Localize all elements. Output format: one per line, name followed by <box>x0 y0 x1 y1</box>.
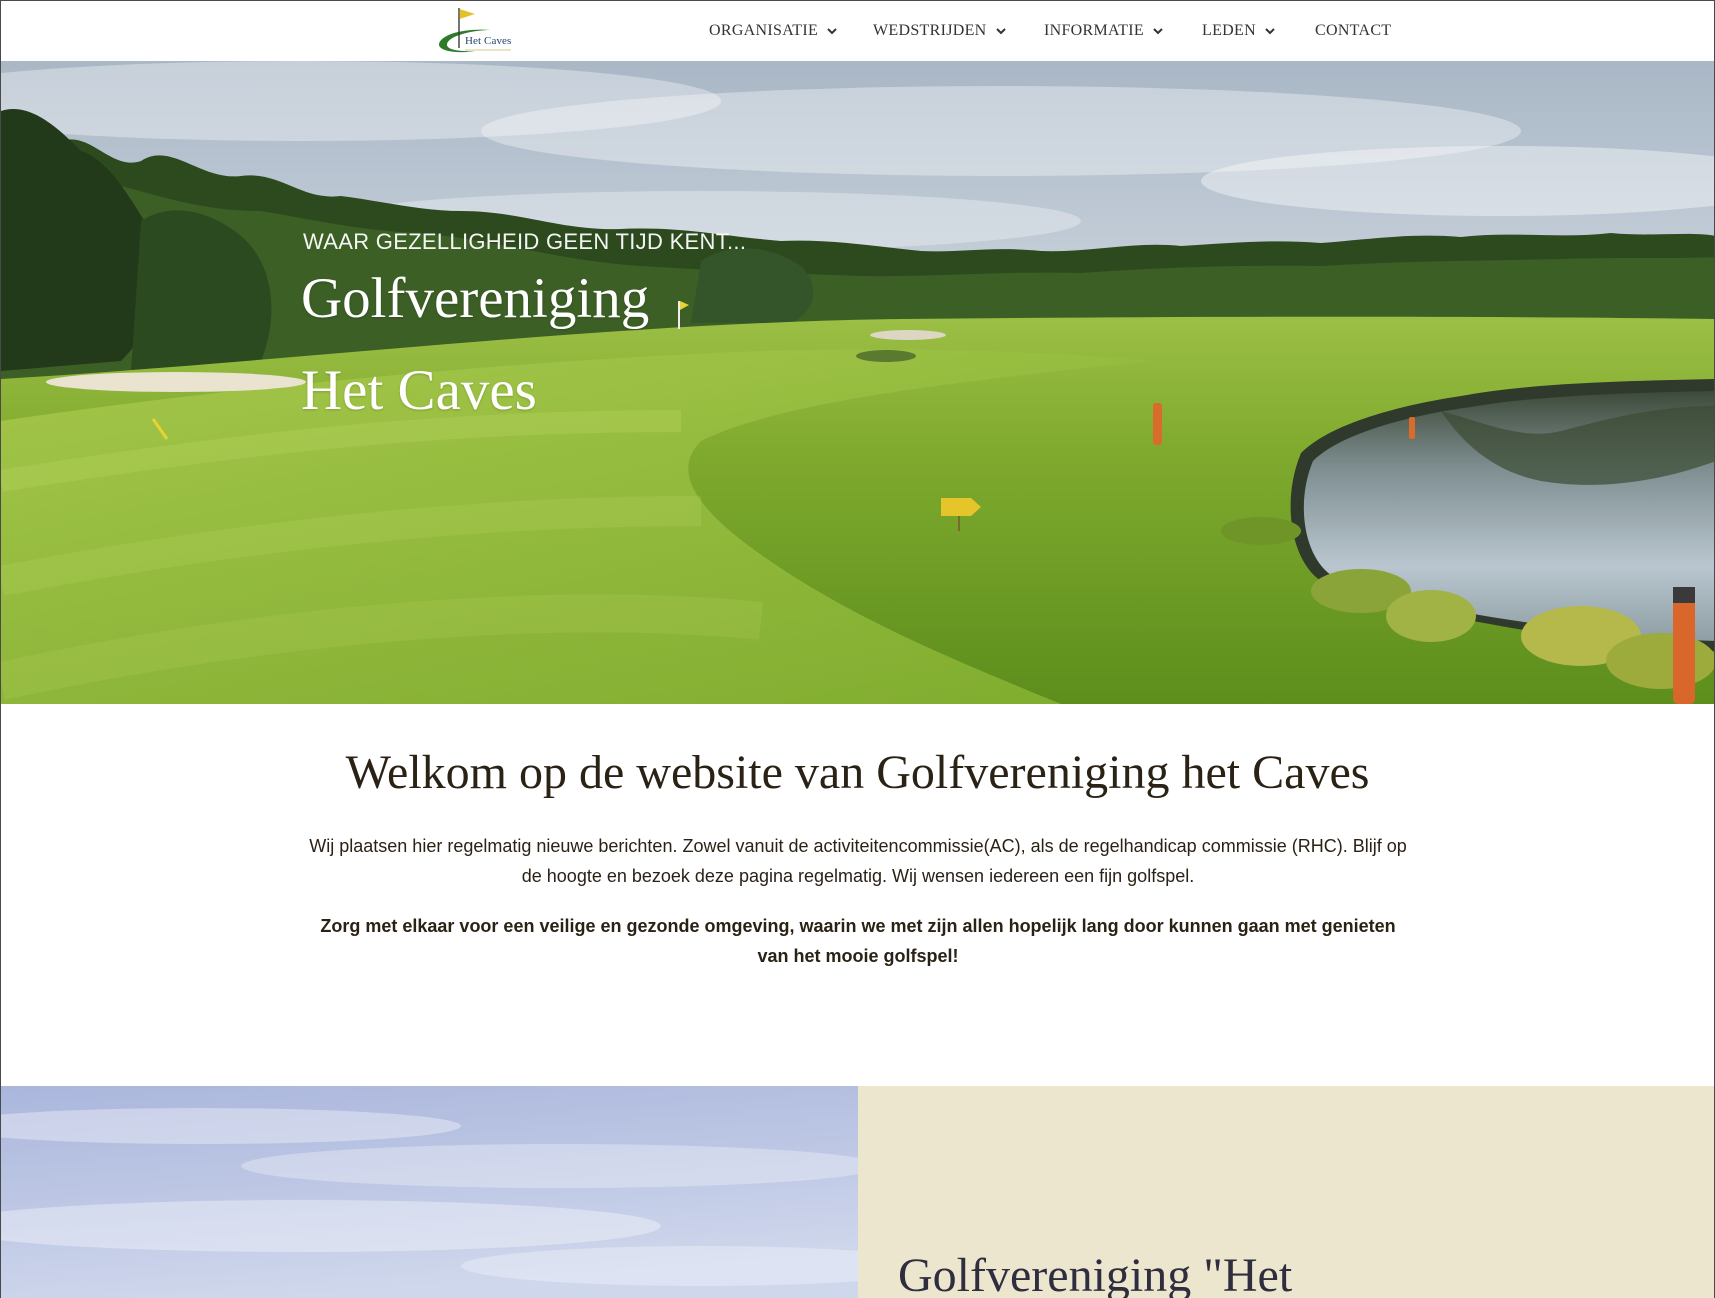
nav-item-informatie[interactable]: INFORMATIE <box>1044 1 1164 61</box>
about-heading: Golfvereniging "Het <box>898 1249 1293 1298</box>
hero: WAAR GEZELLIGHEID GEEN TIJD KENT... Golf… <box>1 61 1714 704</box>
logo-text: Het Caves <box>465 35 512 47</box>
site-header: Het Caves ORGANISATIE WEDSTRIJDEN INFORM… <box>1 1 1714 61</box>
hero-title-line-1: Golfvereniging <box>301 267 650 330</box>
hero-tagline: WAAR GEZELLIGHEID GEEN TIJD KENT... <box>303 229 747 254</box>
nav-item-organisatie[interactable]: ORGANISATIE <box>709 1 838 61</box>
nav-item-label: ORGANISATIE <box>709 22 819 39</box>
hero-image <box>1 61 1714 704</box>
chevron-down-icon <box>826 25 838 37</box>
chevron-down-icon <box>1152 25 1164 37</box>
nav-item-leden[interactable]: LEDEN <box>1202 1 1276 61</box>
nav-item-wedstrijden[interactable]: WEDSTRIJDEN <box>873 1 1007 61</box>
logo[interactable]: Het Caves <box>435 4 519 58</box>
sky-image <box>1 1086 858 1298</box>
about-image <box>1 1086 858 1298</box>
hero-title-line-2: Het Caves <box>301 359 537 422</box>
nav-item-label: LEDEN <box>1202 22 1256 39</box>
hero-title: Golfvereniging Het Caves <box>301 253 649 437</box>
golf-flag-icon <box>438 8 511 53</box>
chevron-down-icon <box>995 25 1007 37</box>
welcome-heading: Welkom op de website van Golfvereniging … <box>345 746 1370 799</box>
about-panel: Golfvereniging "Het <box>858 1086 1714 1298</box>
nav-item-contact[interactable]: CONTACT <box>1315 1 1391 61</box>
chevron-down-icon <box>1264 25 1276 37</box>
nav-item-label: INFORMATIE <box>1044 22 1144 39</box>
nav-item-label: CONTACT <box>1315 22 1392 39</box>
nav-item-label: WEDSTRIJDEN <box>873 22 987 39</box>
welcome-notice: Zorg met elkaar voor een veilige en gezo… <box>320 916 1396 966</box>
page: Het Caves ORGANISATIE WEDSTRIJDEN INFORM… <box>0 0 1715 1298</box>
welcome-body: Wij plaatsen hier regelmatig nieuwe beri… <box>309 836 1407 886</box>
